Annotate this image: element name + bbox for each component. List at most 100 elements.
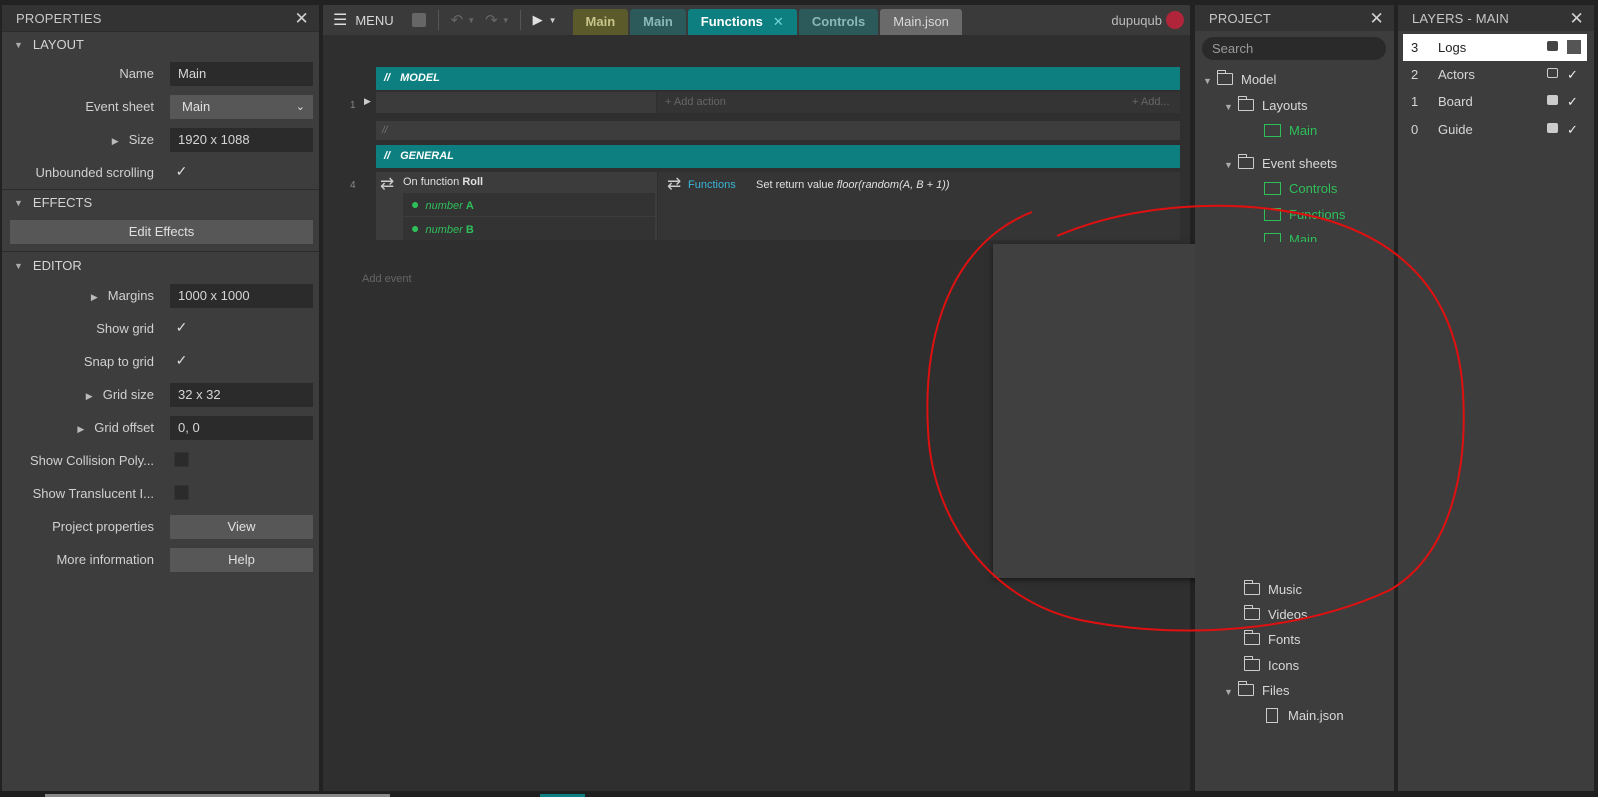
tree-videos[interactable]: Videos (1243, 603, 1308, 627)
expand-triangle-icon: ▶ (111, 136, 119, 146)
layer-row[interactable]: 1 Board ✓ (1403, 88, 1587, 115)
lock-icon[interactable] (1547, 95, 1558, 105)
tab-controls[interactable]: Controls (798, 9, 879, 35)
tree-sheet-controls[interactable]: Controls (1264, 177, 1337, 201)
effects-section-header[interactable]: ▼ EFFECTS (2, 189, 319, 215)
action-object[interactable]: Functions (688, 179, 736, 191)
tree-fonts[interactable]: Fonts (1243, 628, 1301, 652)
tree-icons[interactable]: Icons (1243, 654, 1299, 678)
close-icon[interactable]: ✕ (1370, 10, 1384, 27)
tree-music[interactable]: Music (1243, 578, 1302, 602)
layer-row[interactable]: 0 Guide ✓ (1403, 116, 1587, 143)
layer-row[interactable]: 3 Logs (1403, 34, 1587, 61)
param-b[interactable]: ● number B (403, 217, 655, 240)
layers-title-bar: LAYERS - MAIN ✕ (1398, 5, 1594, 31)
edit-effects-row: Edit Effects (2, 215, 319, 251)
name-label: Name (119, 66, 154, 81)
size-field[interactable]: 1920 x 1088 (170, 128, 313, 152)
undo-icon[interactable]: ↶ (451, 11, 464, 29)
layer-row[interactable]: 2 Actors ✓ (1403, 61, 1587, 88)
lock-icon[interactable] (1547, 123, 1558, 133)
menu-button[interactable]: MENU (355, 13, 393, 28)
margins-field[interactable]: 1000 x 1000 (170, 284, 313, 308)
play-icon[interactable]: ▶ (533, 12, 543, 28)
tab-functions[interactable]: Functions ✕ (687, 9, 797, 35)
folder-icon (1237, 96, 1254, 111)
chevron-down-icon[interactable]: ▼ (502, 16, 510, 25)
edit-effects-button[interactable]: Edit Effects (10, 220, 313, 244)
general-group-header[interactable]: // GENERAL (376, 145, 1180, 168)
show-grid-checkbox[interactable]: ✓ (174, 320, 189, 335)
tree-sheet-main[interactable]: Main (1264, 228, 1317, 242)
layout-section-header[interactable]: ▼ LAYOUT (2, 31, 319, 57)
empty-comment[interactable]: // (376, 121, 1180, 140)
lock-icon[interactable] (1547, 41, 1558, 51)
visibility-checkbox[interactable] (1567, 40, 1581, 54)
unbounded-checkbox[interactable]: ✓ (174, 164, 189, 179)
action-text[interactable]: Set return value floor(random(A, B + 1)) (756, 179, 950, 191)
add-short-link[interactable]: + Add... (1132, 96, 1170, 108)
group-title: GENERAL (400, 150, 454, 162)
param-a[interactable]: ● number A (403, 193, 655, 216)
properties-title: PROPERTIES (16, 10, 102, 26)
grid-size-label[interactable]: ▶ Grid size (86, 378, 154, 411)
view-button[interactable]: View (170, 515, 313, 539)
tab-main-json[interactable]: Main.json (880, 9, 962, 35)
tree-model[interactable]: ▼ Model (1203, 68, 1276, 92)
snap-checkbox[interactable]: ✓ (174, 353, 189, 368)
save-icon[interactable] (411, 13, 426, 27)
chevron-down-icon[interactable]: ▼ (549, 16, 557, 25)
username[interactable]: dupuqub (1111, 13, 1162, 28)
expand-triangle-icon: ▶ (77, 424, 85, 434)
redo-icon[interactable]: ↷ (485, 11, 498, 29)
help-button[interactable]: Help (170, 548, 313, 572)
function-condition[interactable]: On function Roll (403, 176, 483, 188)
translucent-checkbox[interactable] (174, 485, 189, 500)
unlocked-icon[interactable] (1547, 68, 1558, 78)
event-sheet-icon (1264, 208, 1281, 221)
action-block (657, 92, 1180, 113)
grid-offset-label[interactable]: ▶ Grid offset (77, 411, 154, 444)
visibility-checkbox[interactable]: ✓ (1567, 116, 1578, 143)
grid-offset-field[interactable]: 0, 0 (170, 416, 313, 440)
tab-main-events[interactable]: Main (630, 9, 686, 35)
collision-row: Show Collision Poly... (2, 444, 319, 477)
menu-icon[interactable]: ☰ (333, 10, 347, 30)
tab-main-layout[interactable]: Main (572, 9, 629, 35)
size-label[interactable]: ▶ Size (112, 123, 154, 156)
tree-files[interactable]: ▼ Files (1224, 679, 1289, 703)
grid-size-field[interactable]: 32 x 32 (170, 383, 313, 407)
tree-layouts[interactable]: ▼ Layouts (1224, 94, 1308, 118)
close-icon[interactable]: ✕ (295, 10, 309, 27)
close-icon[interactable]: ✕ (773, 14, 784, 29)
folder-icon (1243, 580, 1260, 595)
close-icon[interactable]: ✕ (1570, 10, 1584, 27)
project-search-input[interactable]: Search (1202, 37, 1386, 60)
project-title: PROJECT (1209, 10, 1272, 26)
chevron-down-icon[interactable]: ▼ (467, 16, 475, 25)
eventsheet-select[interactable]: Main ⌄ (170, 95, 313, 119)
collision-checkbox[interactable] (174, 452, 189, 467)
show-grid-row: Show grid ✓ (2, 312, 319, 345)
grid-size-row: ▶ Grid size 32 x 32 (2, 378, 319, 411)
grid-offset-row: ▶ Grid offset 0, 0 (2, 411, 319, 444)
tree-sheet-functions[interactable]: Functions (1264, 203, 1345, 227)
visibility-checkbox[interactable]: ✓ (1567, 88, 1578, 115)
row-number: 1 (350, 100, 356, 111)
tree-file-main-json[interactable]: Main.json (1266, 704, 1344, 728)
model-group-header[interactable]: // MODEL (376, 67, 1180, 90)
function-icon: ⇄ (380, 174, 395, 193)
expand-triangle-icon[interactable]: ▶ (364, 96, 371, 107)
editor-section-header[interactable]: ▼ EDITOR (2, 251, 319, 279)
unbounded-label: Unbounded scrolling (35, 165, 154, 180)
visibility-checkbox[interactable]: ✓ (1567, 61, 1578, 88)
add-event-link[interactable]: Add event (362, 273, 412, 285)
tree-layout-main[interactable]: Main (1264, 119, 1317, 143)
add-action-link[interactable]: + Add action (665, 96, 726, 108)
empty-condition-block[interactable] (376, 92, 656, 113)
tree-event-sheets[interactable]: ▼ Event sheets (1224, 152, 1337, 176)
user-avatar-icon[interactable] (1166, 11, 1184, 29)
name-field[interactable]: Main (170, 62, 313, 86)
section-label: EFFECTS (32, 195, 93, 210)
margins-label[interactable]: ▶ Margins (91, 279, 154, 312)
